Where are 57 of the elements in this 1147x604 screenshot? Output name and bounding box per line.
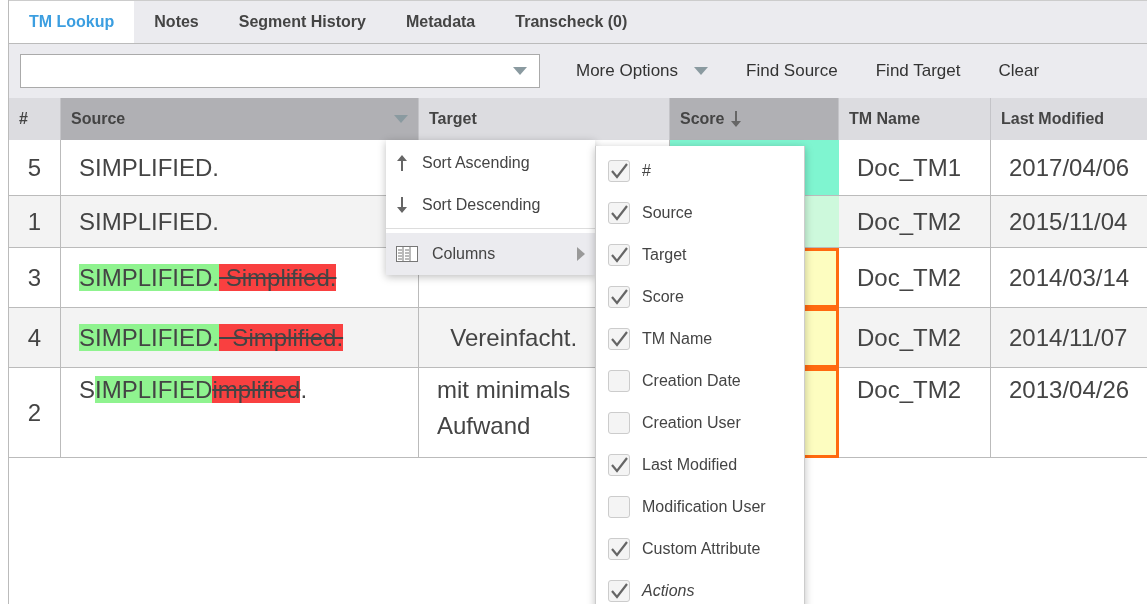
checkbox[interactable] <box>608 454 630 476</box>
up-arrow-icon <box>396 154 408 172</box>
checkbox[interactable] <box>608 160 630 182</box>
table-cell: 1 <box>9 196 61 248</box>
table-cell: Doc_TM2 <box>839 368 991 458</box>
checkbox[interactable] <box>608 538 630 560</box>
caret-icon <box>513 67 527 75</box>
table-cell: Doc_TM2 <box>839 308 991 368</box>
column-header[interactable]: Score <box>670 98 839 140</box>
search-combo-field[interactable] <box>20 54 540 88</box>
table-cell: Doc_TM2 <box>839 196 991 248</box>
toolbar-button[interactable]: Find Target <box>859 54 977 88</box>
toolbar-button[interactable]: Clear <box>982 54 1056 88</box>
source-cell: SIMPLIFIEDimplified. <box>61 368 419 458</box>
column-option-label: Actions <box>642 582 695 600</box>
column-option-label: Score <box>642 288 684 306</box>
checkbox[interactable] <box>608 412 630 434</box>
table-cell: 2014/11/07 <box>991 308 1147 368</box>
table-cell: Doc_TM1 <box>839 140 991 196</box>
column-option-label: Custom Attribute <box>642 540 761 558</box>
toolbar-button[interactable]: More Options <box>560 54 725 88</box>
column-option-label: Last Modified <box>642 456 738 474</box>
submenu-arrow-icon <box>577 247 585 261</box>
checkbox[interactable] <box>608 202 630 224</box>
checkbox[interactable] <box>608 328 630 350</box>
checkbox[interactable] <box>608 286 630 308</box>
tab[interactable]: Transcheck (0) <box>495 1 648 43</box>
source-cell: SIMPLIFIED. Simplified. <box>61 308 419 368</box>
checkbox[interactable] <box>608 580 630 602</box>
toolbar-button[interactable]: Find Source <box>730 54 854 88</box>
column-option-label: Modification User <box>642 498 766 516</box>
table-cell: 5 <box>9 140 61 196</box>
checkbox[interactable] <box>608 244 630 266</box>
menu-item[interactable]: Sort Ascending <box>386 142 595 184</box>
tab[interactable]: Notes <box>134 1 219 43</box>
column-header[interactable]: Target <box>419 98 670 140</box>
table-cell: 4 <box>9 308 61 368</box>
columns-icon <box>396 246 418 262</box>
column-option-label: Target <box>642 246 687 264</box>
table-cell: 2015/11/04 <box>991 196 1147 248</box>
column-header[interactable]: Last Modified <box>991 98 1147 140</box>
column-option-label: # <box>642 162 651 180</box>
table-cell: 3 <box>9 248 61 308</box>
down-arrow-icon <box>396 196 408 214</box>
menu-item[interactable]: Columns <box>386 233 595 275</box>
table-cell: Doc_TM2 <box>839 248 991 308</box>
checkbox[interactable] <box>608 496 630 518</box>
table-cell: 2 <box>9 368 61 458</box>
caret-icon <box>694 67 709 75</box>
column-header[interactable]: Source <box>61 98 419 140</box>
menu-item[interactable]: Sort Descending <box>386 184 595 226</box>
tab[interactable]: Metadata <box>385 1 496 43</box>
column-header[interactable]: TM Name <box>839 98 991 140</box>
tab[interactable]: Segment History <box>218 1 386 43</box>
checkbox[interactable] <box>608 370 630 392</box>
column-header[interactable]: # <box>9 98 61 140</box>
column-option-label: Source <box>642 204 693 222</box>
